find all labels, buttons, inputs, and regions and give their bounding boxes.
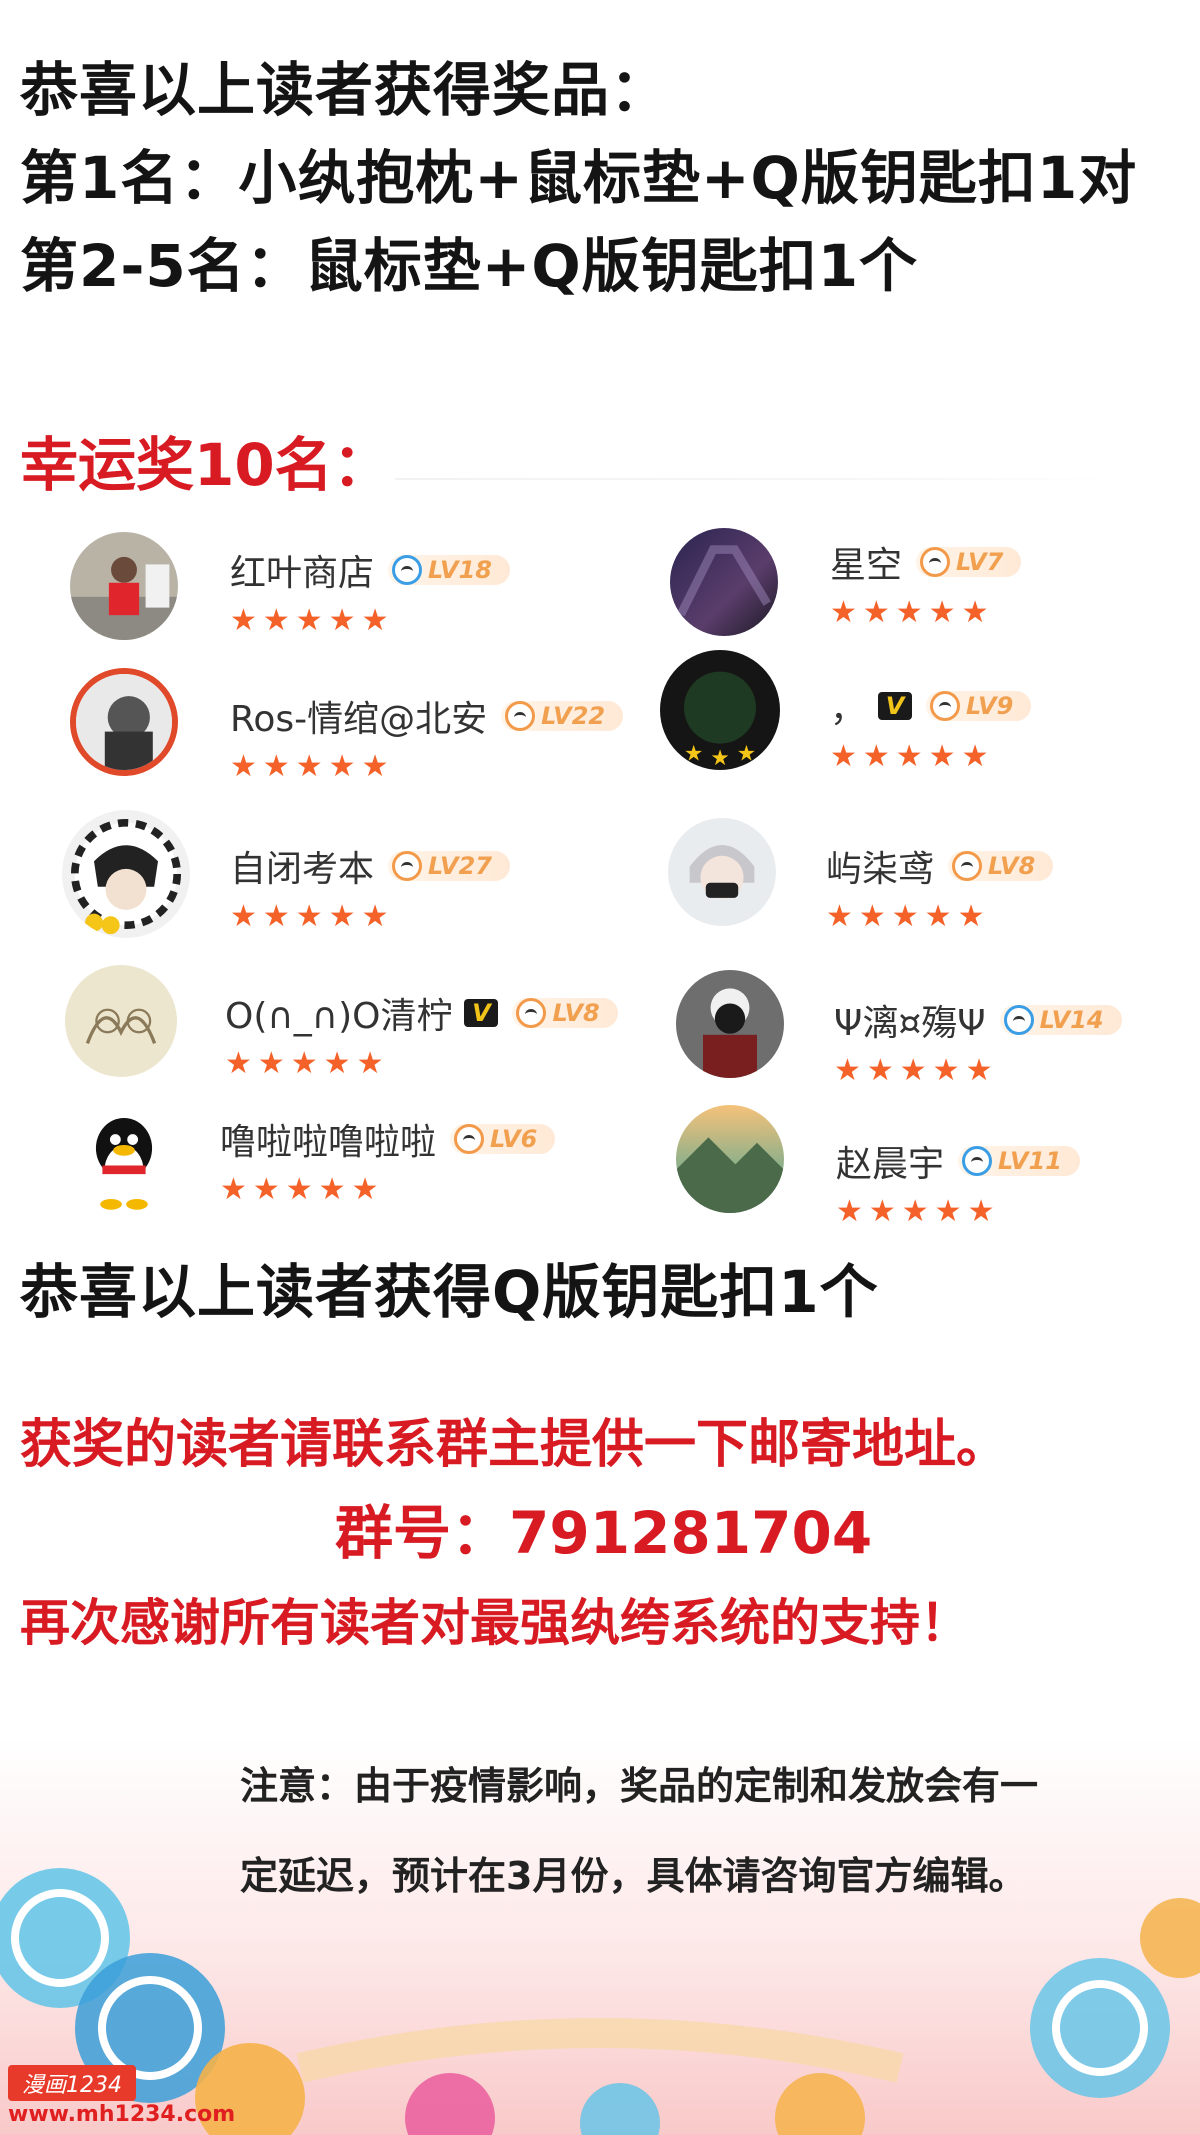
rating-stars: ★★★★★ [830,595,995,630]
winner-card: O(∩_∩)O清柠 V LV8 ★★★★★ [65,965,665,1085]
level-face-icon [505,701,536,731]
level-badge: LV18 [388,555,510,585]
winner-card: 自闭考本 LV27 ★★★★★ [62,810,622,938]
notice-line-2: 定延迟，预计在3月份，具体请咨询官方编辑。 [240,1854,1027,1898]
level-face-icon [392,851,423,881]
lucky-award-title: 幸运奖10名： [20,431,391,499]
winner-card: 赵晨宇 LV11 ★★★★★ [676,1105,1176,1229]
level-face-icon [454,1124,485,1154]
first-prize-text: 第1名：小纨抱枕+鼠标垫+Q版钥匙扣1对 [20,144,1138,212]
notice-line-1: 注意：由于疫情影响，奖品的定制和发放会有一 [240,1764,1039,1808]
level-badge: LV9 [926,691,1032,721]
level-face-icon [952,851,983,881]
level-face-icon [392,555,423,585]
rating-stars: ★★★★★ [230,603,395,638]
rating-stars: ★★★★★ [230,749,395,784]
avatar [668,818,776,926]
level-badge: LV27 [388,851,510,881]
level-face-icon [1003,1005,1034,1035]
winner-name: 星空 [830,545,903,586]
winner-card: 红叶商店 LV18 ★★★★★ [70,532,590,652]
winner-name: 赵晨宇 [836,1144,945,1185]
winner-name: 噜啦啦噜啦啦 [220,1122,437,1163]
contact-instruction: 获奖的读者请联系群主提供一下邮寄地址。 [20,1415,1009,1475]
vip-badge: V [464,999,499,1027]
winner-name: Ros-情绾@北安 [230,699,488,740]
level-face-icon [516,998,547,1028]
rating-stars: ★★★★★ [220,1172,385,1207]
winner-card: Ψ漓¤殤Ψ LV14 ★★★★★ [676,970,1176,1090]
winner-card: ★ ★ ★ ， V LV9 ★★★★★ [660,650,1180,774]
rating-stars: ★★★★★ [826,899,991,934]
avatar: ★ ★ ★ [660,650,780,770]
winner-name: ， [830,689,867,730]
level-face-icon [962,1146,993,1176]
site-logo: 漫画1234 [8,2065,136,2101]
avatar [62,810,190,938]
keychain-heading: 恭喜以上读者获得Q版钥匙扣1个 [20,1258,879,1326]
rating-stars: ★★★★★ [836,1194,1001,1229]
svg-text:★: ★ [737,741,756,766]
thanks-message: 再次感谢所有读者对最强纨绔系统的支持！ [20,1594,970,1652]
winner-name: 红叶商店 [230,553,375,594]
vip-badge: V [878,692,913,720]
avatar [70,532,178,640]
avatar [676,1105,784,1213]
level-badge: LV6 [450,1124,556,1154]
avatar [670,528,778,636]
winner-name: O(∩_∩)O清柠 [225,996,453,1037]
avatar [65,965,177,1077]
avatar [676,970,784,1078]
prize-heading: 恭喜以上读者获得奖品： [20,56,670,124]
rating-stars: ★★★★★ [834,1053,999,1088]
winner-name: Ψ漓¤殤Ψ [834,1003,986,1044]
winner-card: 噜啦啦噜啦啦 LV6 ★★★★★ [70,1105,630,1225]
rating-stars: ★★★★★ [225,1046,390,1081]
svg-text:★: ★ [710,746,729,770]
penguin-avatar [70,1105,178,1213]
level-badge: LV8 [948,851,1054,881]
divider [395,478,1115,480]
level-badge: LV7 [916,547,1022,577]
winner-name: 屿柒鸢 [826,849,935,890]
site-url-watermark: www.mh1234.com [8,2102,236,2127]
svg-text:★: ★ [684,741,703,766]
level-face-icon [920,547,951,577]
avatar [70,668,178,776]
level-badge: LV22 [501,701,624,731]
rating-stars: ★★★★★ [230,899,395,934]
winner-card: Ros-情绾@北安 LV22 ★★★★★ [70,668,630,788]
winner-card: 屿柒鸢 LV8 ★★★★★ [668,818,1168,938]
group-number: 群号：791281704 [335,1499,873,1567]
level-face-icon [930,691,961,721]
level-badge: LV14 [999,1005,1122,1035]
level-badge: LV8 [512,998,618,1028]
level-badge: LV11 [958,1146,1080,1176]
winner-name: 自闭考本 [230,849,375,890]
winner-card: 星空 LV7 ★★★★★ [670,528,1170,648]
second-to-fifth-prize-text: 第2-5名：鼠标垫+Q版钥匙扣1个 [20,232,919,300]
rating-stars: ★★★★★ [830,739,995,774]
